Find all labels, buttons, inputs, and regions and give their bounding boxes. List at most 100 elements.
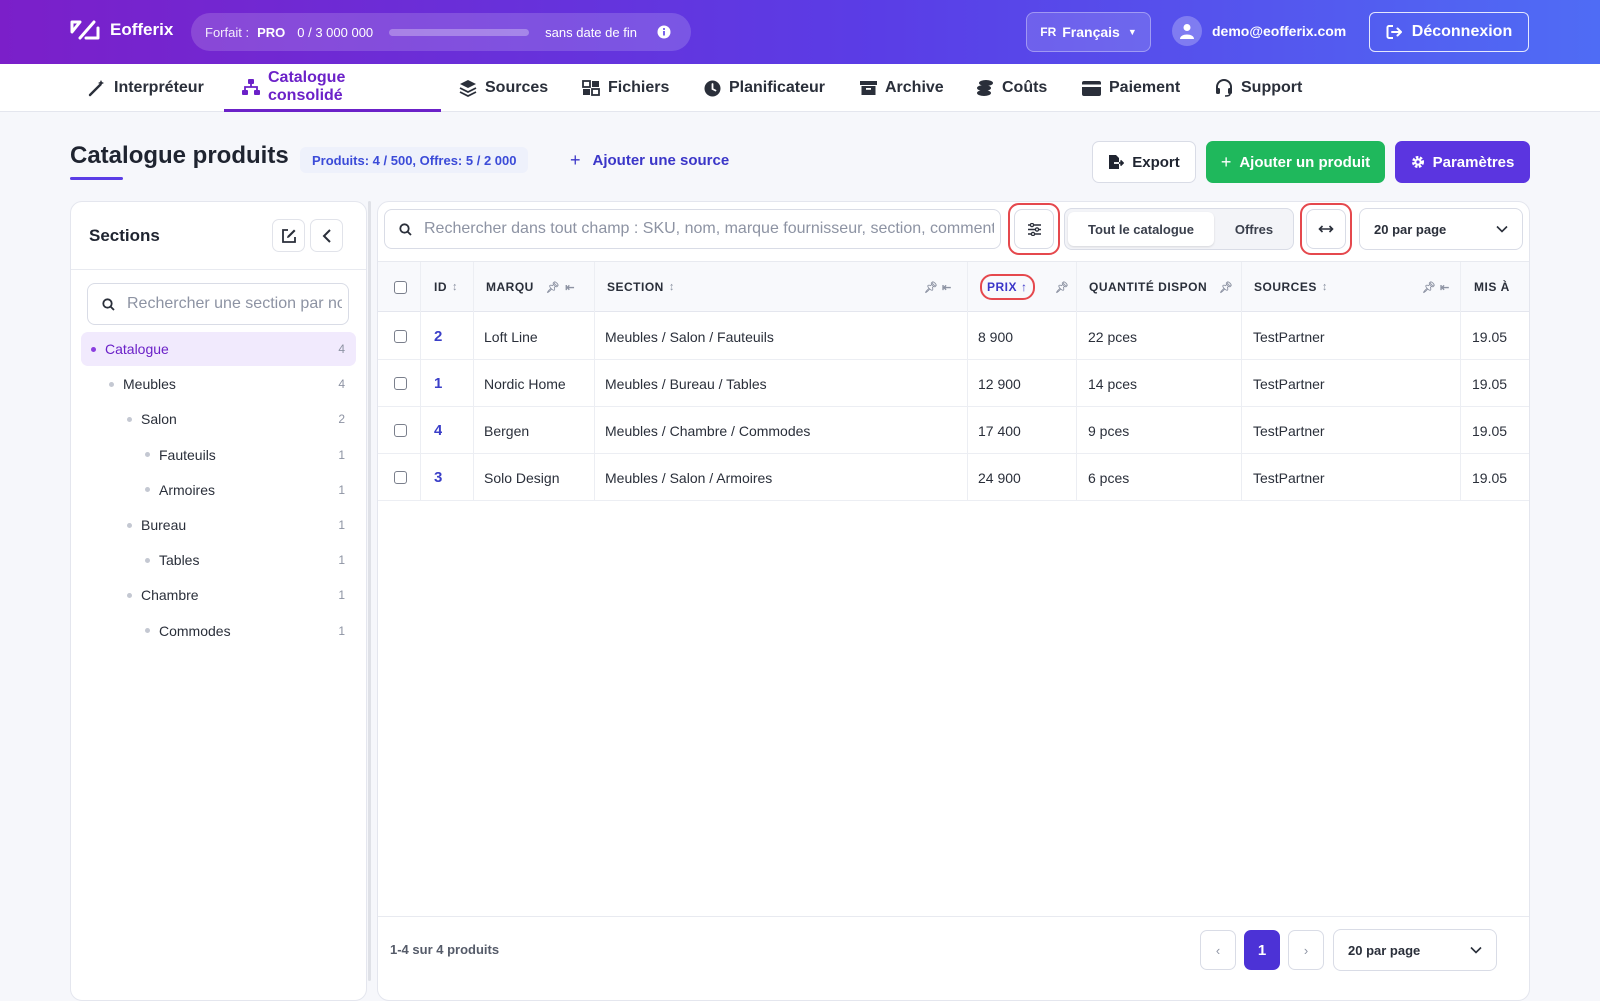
row-checkbox[interactable]: [394, 313, 407, 360]
logo-text: Eofferix: [110, 20, 174, 39]
section-search-field[interactable]: [87, 283, 349, 325]
scope-offers-tab[interactable]: Offres: [1218, 212, 1290, 246]
collapse-column-icon[interactable]: ⇤: [1440, 281, 1450, 294]
nav-couts[interactable]: Coûts: [976, 64, 1047, 112]
table-row[interactable]: 1 Nordic Home Meubles / Bureau / Tables 12 …: [378, 360, 1529, 407]
section-count: 2: [338, 412, 345, 427]
section-tree-item[interactable]: Chambre 1: [81, 578, 356, 612]
nav-support[interactable]: Support: [1215, 64, 1302, 112]
section-label: Catalogue: [105, 341, 169, 357]
section-tree-item[interactable]: Fauteuils 1: [81, 438, 356, 472]
section-search-input[interactable]: [127, 295, 342, 313]
section-label: Fauteuils: [159, 446, 216, 463]
pin-icon[interactable]: 📌︎: [1055, 281, 1069, 294]
section-tree-item[interactable]: Salon 2: [81, 402, 356, 436]
nav-paiement[interactable]: Paiement: [1082, 64, 1180, 112]
plan-usage: 0 / 3 000 000: [297, 24, 374, 40]
user-menu[interactable]: demo@eofferix.com: [1172, 16, 1346, 46]
info-icon[interactable]: [657, 25, 671, 39]
cell-id[interactable]: 1: [434, 360, 442, 407]
bullet-icon: [145, 487, 150, 493]
sidebar-scrollbar[interactable]: [368, 201, 371, 981]
collapse-column-icon[interactable]: ⇤: [565, 281, 575, 294]
per-page-select-bottom[interactable]: 20 par page: [1333, 929, 1497, 971]
collapse-sidebar-button[interactable]: [310, 219, 343, 252]
add-source-link[interactable]: + Ajouter une source: [570, 150, 729, 171]
column-header-updated[interactable]: MIS À: [1474, 262, 1529, 312]
section-label: Commodes: [159, 622, 231, 639]
section-tree-item[interactable]: Commodes 1: [81, 614, 356, 648]
per-page-value: 20 par page: [1374, 221, 1447, 237]
nav-label: Coûts: [1002, 79, 1048, 96]
fit-columns-button[interactable]: [1306, 209, 1346, 249]
add-product-button[interactable]: + Ajouter un produit: [1206, 141, 1385, 183]
column-header-price[interactable]: PRIX ↑ 📌︎: [980, 262, 1070, 312]
nav-archive[interactable]: Archive: [860, 64, 944, 112]
select-all-checkbox[interactable]: [394, 262, 407, 312]
table-row[interactable]: 3 Solo Design Meubles / Salon / Armoires 24…: [378, 454, 1529, 501]
nav-fichiers[interactable]: Fichiers: [582, 64, 669, 112]
sort-asc-icon[interactable]: ↑: [1021, 280, 1028, 294]
logout-button[interactable]: Déconnexion: [1369, 12, 1529, 52]
cell-id[interactable]: 3: [434, 454, 442, 501]
edit-sections-button[interactable]: [272, 219, 305, 252]
bullet-icon: [145, 628, 150, 634]
language-name: Français: [1062, 24, 1120, 40]
nav-label: Interpréteur: [114, 79, 204, 96]
section-tree-item[interactable]: Armoires 1: [81, 473, 356, 507]
sort-icon[interactable]: ↕: [669, 281, 675, 293]
row-checkbox[interactable]: [394, 407, 407, 454]
sections-sidebar: Sections Catalogue 4 Meubles 4 Salon 2 Fauteui…: [70, 201, 367, 1001]
pin-icon[interactable]: 📌︎: [1219, 281, 1233, 294]
pin-icon[interactable]: 📌︎: [1422, 281, 1436, 294]
credit-card-icon: [1082, 80, 1101, 96]
column-header-section[interactable]: SECTION ↕ 📌︎ ⇤: [607, 262, 957, 312]
catalog-search-field[interactable]: [384, 209, 1001, 249]
section-tree-item[interactable]: Tables 1: [81, 543, 356, 577]
catalog-search-input[interactable]: [424, 220, 994, 238]
collapse-column-icon[interactable]: ⇤: [942, 281, 952, 294]
cell-brand: Solo Design: [484, 469, 560, 486]
section-label: Tables: [159, 552, 200, 569]
cell-id[interactable]: 4: [434, 407, 442, 454]
plan-label: Forfait :: [205, 24, 250, 40]
table-row[interactable]: 2 Loft Line Meubles / Salon / Fauteuils 8 9…: [378, 313, 1529, 360]
cell-id[interactable]: 2: [434, 313, 442, 360]
per-page-select-top[interactable]: 20 par page: [1359, 208, 1523, 250]
column-header-sources[interactable]: SOURCES ↕ 📌︎ ⇤: [1254, 262, 1454, 312]
pin-icon[interactable]: 📌︎: [546, 281, 560, 294]
nav-label: Archive: [885, 79, 944, 96]
column-header-id[interactable]: ID ↕: [434, 262, 458, 312]
page-button-current[interactable]: 1: [1244, 930, 1280, 970]
nav-sources[interactable]: Sources: [459, 64, 548, 112]
edit-icon: [281, 228, 297, 244]
nav-label: Sources: [485, 79, 549, 96]
section-tree-item[interactable]: Catalogue 4: [81, 332, 356, 366]
nav-planificateur[interactable]: Planificateur: [704, 64, 825, 112]
section-tree-item[interactable]: Bureau 1: [81, 508, 356, 542]
sort-icon[interactable]: ↕: [452, 281, 458, 293]
next-page-button[interactable]: ›: [1288, 930, 1324, 970]
row-checkbox[interactable]: [394, 360, 407, 407]
scope-all-tab[interactable]: Tout le catalogue: [1068, 212, 1214, 246]
nav-interpreteur[interactable]: Interpréteur: [88, 64, 204, 112]
bullet-icon: [127, 416, 132, 422]
prev-page-button[interactable]: ‹: [1200, 930, 1236, 970]
row-checkbox[interactable]: [394, 454, 407, 501]
table-row[interactable]: 4 Bergen Meubles / Chambre / Commodes 17 40…: [378, 407, 1529, 454]
cell-brand: Nordic Home: [484, 375, 566, 392]
column-header-quantity[interactable]: QUANTITÉ DISPON 📌︎: [1089, 262, 1239, 312]
section-tree-item[interactable]: Meubles 4: [81, 367, 356, 401]
add-product-label: Ajouter un produit: [1239, 153, 1371, 171]
sort-icon[interactable]: ↕: [1322, 281, 1328, 293]
column-header-brand[interactable]: MARQU 📌︎ ⇤: [486, 262, 586, 312]
settings-button[interactable]: Paramètres: [1395, 141, 1530, 183]
cell-updated: 19.05: [1472, 422, 1508, 439]
filters-button[interactable]: [1014, 209, 1054, 249]
main-nav: Interpréteur Catalogue consolidé Sources…: [0, 64, 1600, 112]
nav-catalogue-consolide[interactable]: Catalogue consolidé: [224, 64, 441, 112]
language-selector[interactable]: FR Français ▼: [1026, 12, 1151, 52]
pin-icon[interactable]: 📌︎: [924, 281, 938, 294]
brand-logo[interactable]: Eofferix: [70, 18, 173, 42]
export-button[interactable]: Export: [1092, 141, 1196, 183]
